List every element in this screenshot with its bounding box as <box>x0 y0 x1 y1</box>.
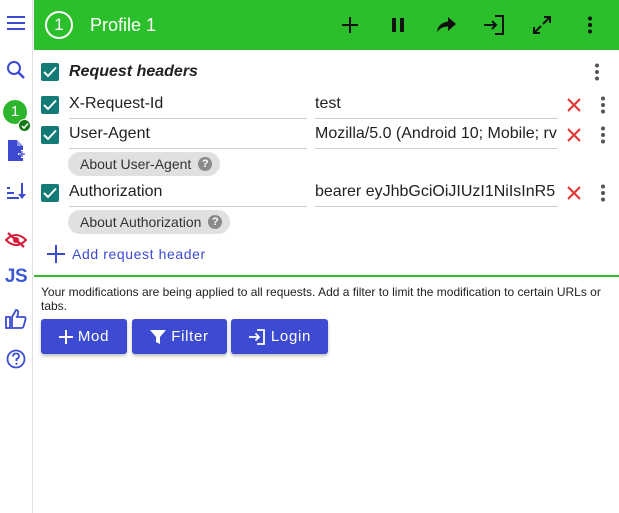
help-icon[interactable] <box>3 346 29 372</box>
login-icon[interactable] <box>482 13 506 37</box>
pause-icon[interactable] <box>386 13 410 37</box>
profile-header: 1 Profile 1 <box>34 0 619 50</box>
header-row-checkbox[interactable] <box>41 184 59 202</box>
add-file-icon[interactable] <box>3 138 29 164</box>
about-chip-label: About Authorization <box>80 214 202 230</box>
add-filter-label: Filter <box>171 328 209 345</box>
about-chip[interactable]: About User-Agent ? <box>68 152 221 176</box>
add-mod-label: Mod <box>77 328 110 345</box>
header-name-field[interactable]: User-Agent <box>69 123 307 149</box>
add-filter-button[interactable]: Filter <box>132 319 227 354</box>
header-row-checkbox[interactable] <box>41 126 59 144</box>
add-request-header-button[interactable]: Add request header <box>46 244 206 264</box>
more-vert-icon[interactable] <box>578 13 602 37</box>
fullscreen-icon[interactable] <box>530 13 554 37</box>
delete-icon[interactable] <box>564 125 584 145</box>
profile-title[interactable]: Profile 1 <box>90 15 156 36</box>
add-icon <box>58 329 73 344</box>
help-icon: ? <box>208 215 223 229</box>
header-value-field[interactable]: test <box>315 93 558 119</box>
thumb-up-icon[interactable] <box>3 306 29 332</box>
about-chip[interactable]: About Authorization ? <box>68 210 231 234</box>
request-headers-checkbox[interactable] <box>41 63 59 81</box>
add-request-header-label: Add request header <box>72 246 206 262</box>
profile-number-badge[interactable]: 1 <box>45 11 73 39</box>
add-icon[interactable] <box>338 13 362 37</box>
js-icon[interactable]: JS <box>3 264 29 290</box>
check-icon <box>18 119 31 132</box>
section-title: Request headers <box>69 63 198 80</box>
add-icon <box>47 245 65 263</box>
header-name-field[interactable]: X-Request-Id <box>69 93 307 119</box>
login-icon <box>248 328 265 345</box>
row-more-icon[interactable] <box>593 94 613 116</box>
login-button[interactable]: Login <box>231 319 328 354</box>
main-panel: Request headers X-Request-Id test User-A… <box>34 50 619 513</box>
about-chip-label: About User-Agent <box>80 156 192 172</box>
row-more-icon[interactable] <box>593 182 613 204</box>
header-row-checkbox[interactable] <box>41 96 59 114</box>
sidebar: 1 JS <box>0 0 33 513</box>
sort-icon[interactable] <box>3 178 29 204</box>
login-label: Login <box>270 328 312 345</box>
add-mod-button[interactable]: Mod <box>41 319 127 354</box>
row-more-icon[interactable] <box>593 124 613 146</box>
menu-icon[interactable] <box>3 10 29 36</box>
eye-off-icon[interactable] <box>3 227 29 253</box>
search-icon[interactable] <box>3 57 29 83</box>
info-text: Your modifications are being applied to … <box>41 285 601 313</box>
header-name-field[interactable]: Authorization <box>69 181 307 207</box>
header-value-field[interactable]: bearer eyJhbGciOiJIUzI1NiIsInR5 <box>315 181 558 207</box>
delete-icon[interactable] <box>564 95 584 115</box>
filter-icon <box>150 329 167 344</box>
divider <box>34 275 619 277</box>
help-icon: ? <box>198 157 213 171</box>
header-value-field[interactable]: Mozilla/5.0 (Android 10; Mobile; rv <box>315 123 558 149</box>
delete-icon[interactable] <box>564 183 584 203</box>
section-more-icon[interactable] <box>587 61 607 83</box>
share-icon[interactable] <box>434 13 458 37</box>
